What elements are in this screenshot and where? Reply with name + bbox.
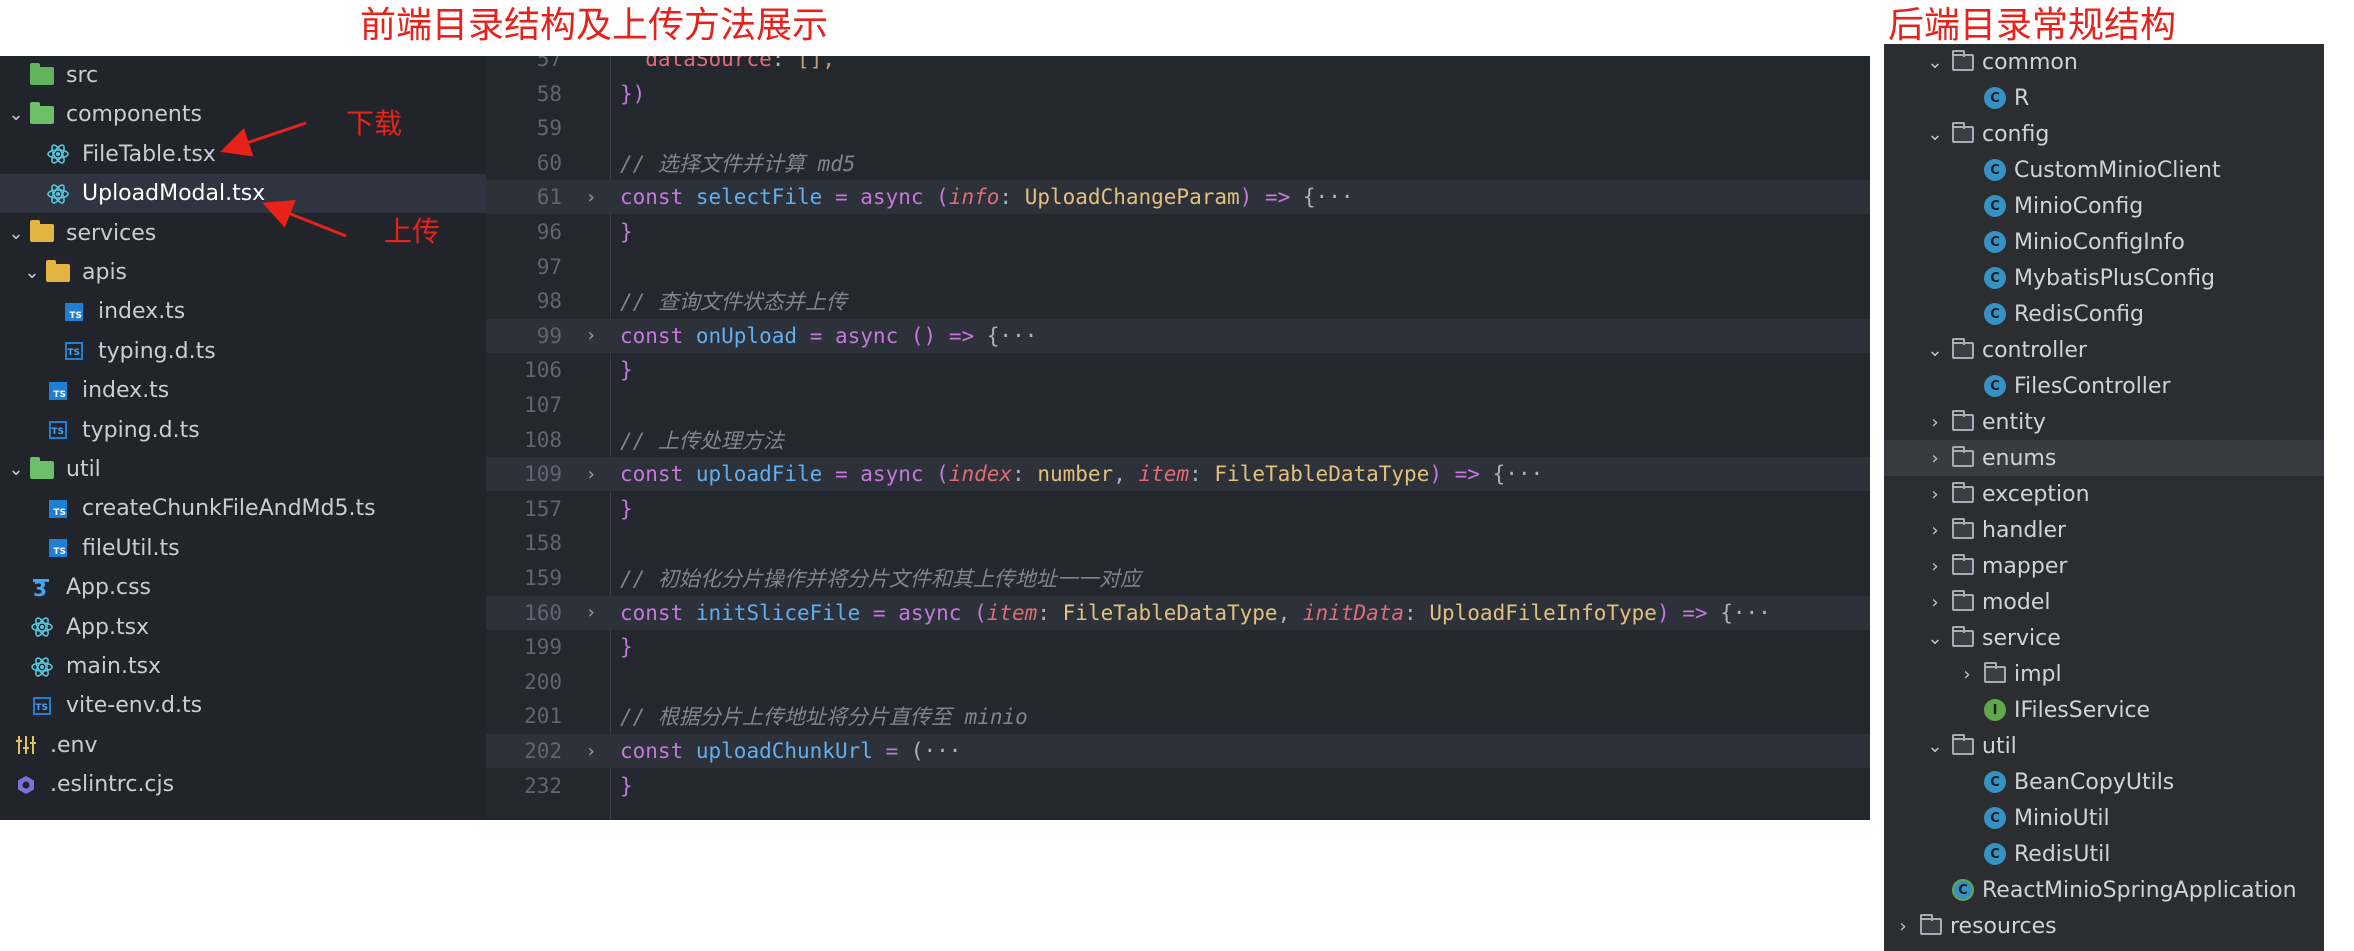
download-arrow xyxy=(220,121,307,157)
upload-annotation: 上传 xyxy=(384,215,441,248)
upload-arrow xyxy=(262,199,347,238)
annotation-arrows xyxy=(220,121,347,238)
download-annotation: 下载 xyxy=(346,107,403,140)
